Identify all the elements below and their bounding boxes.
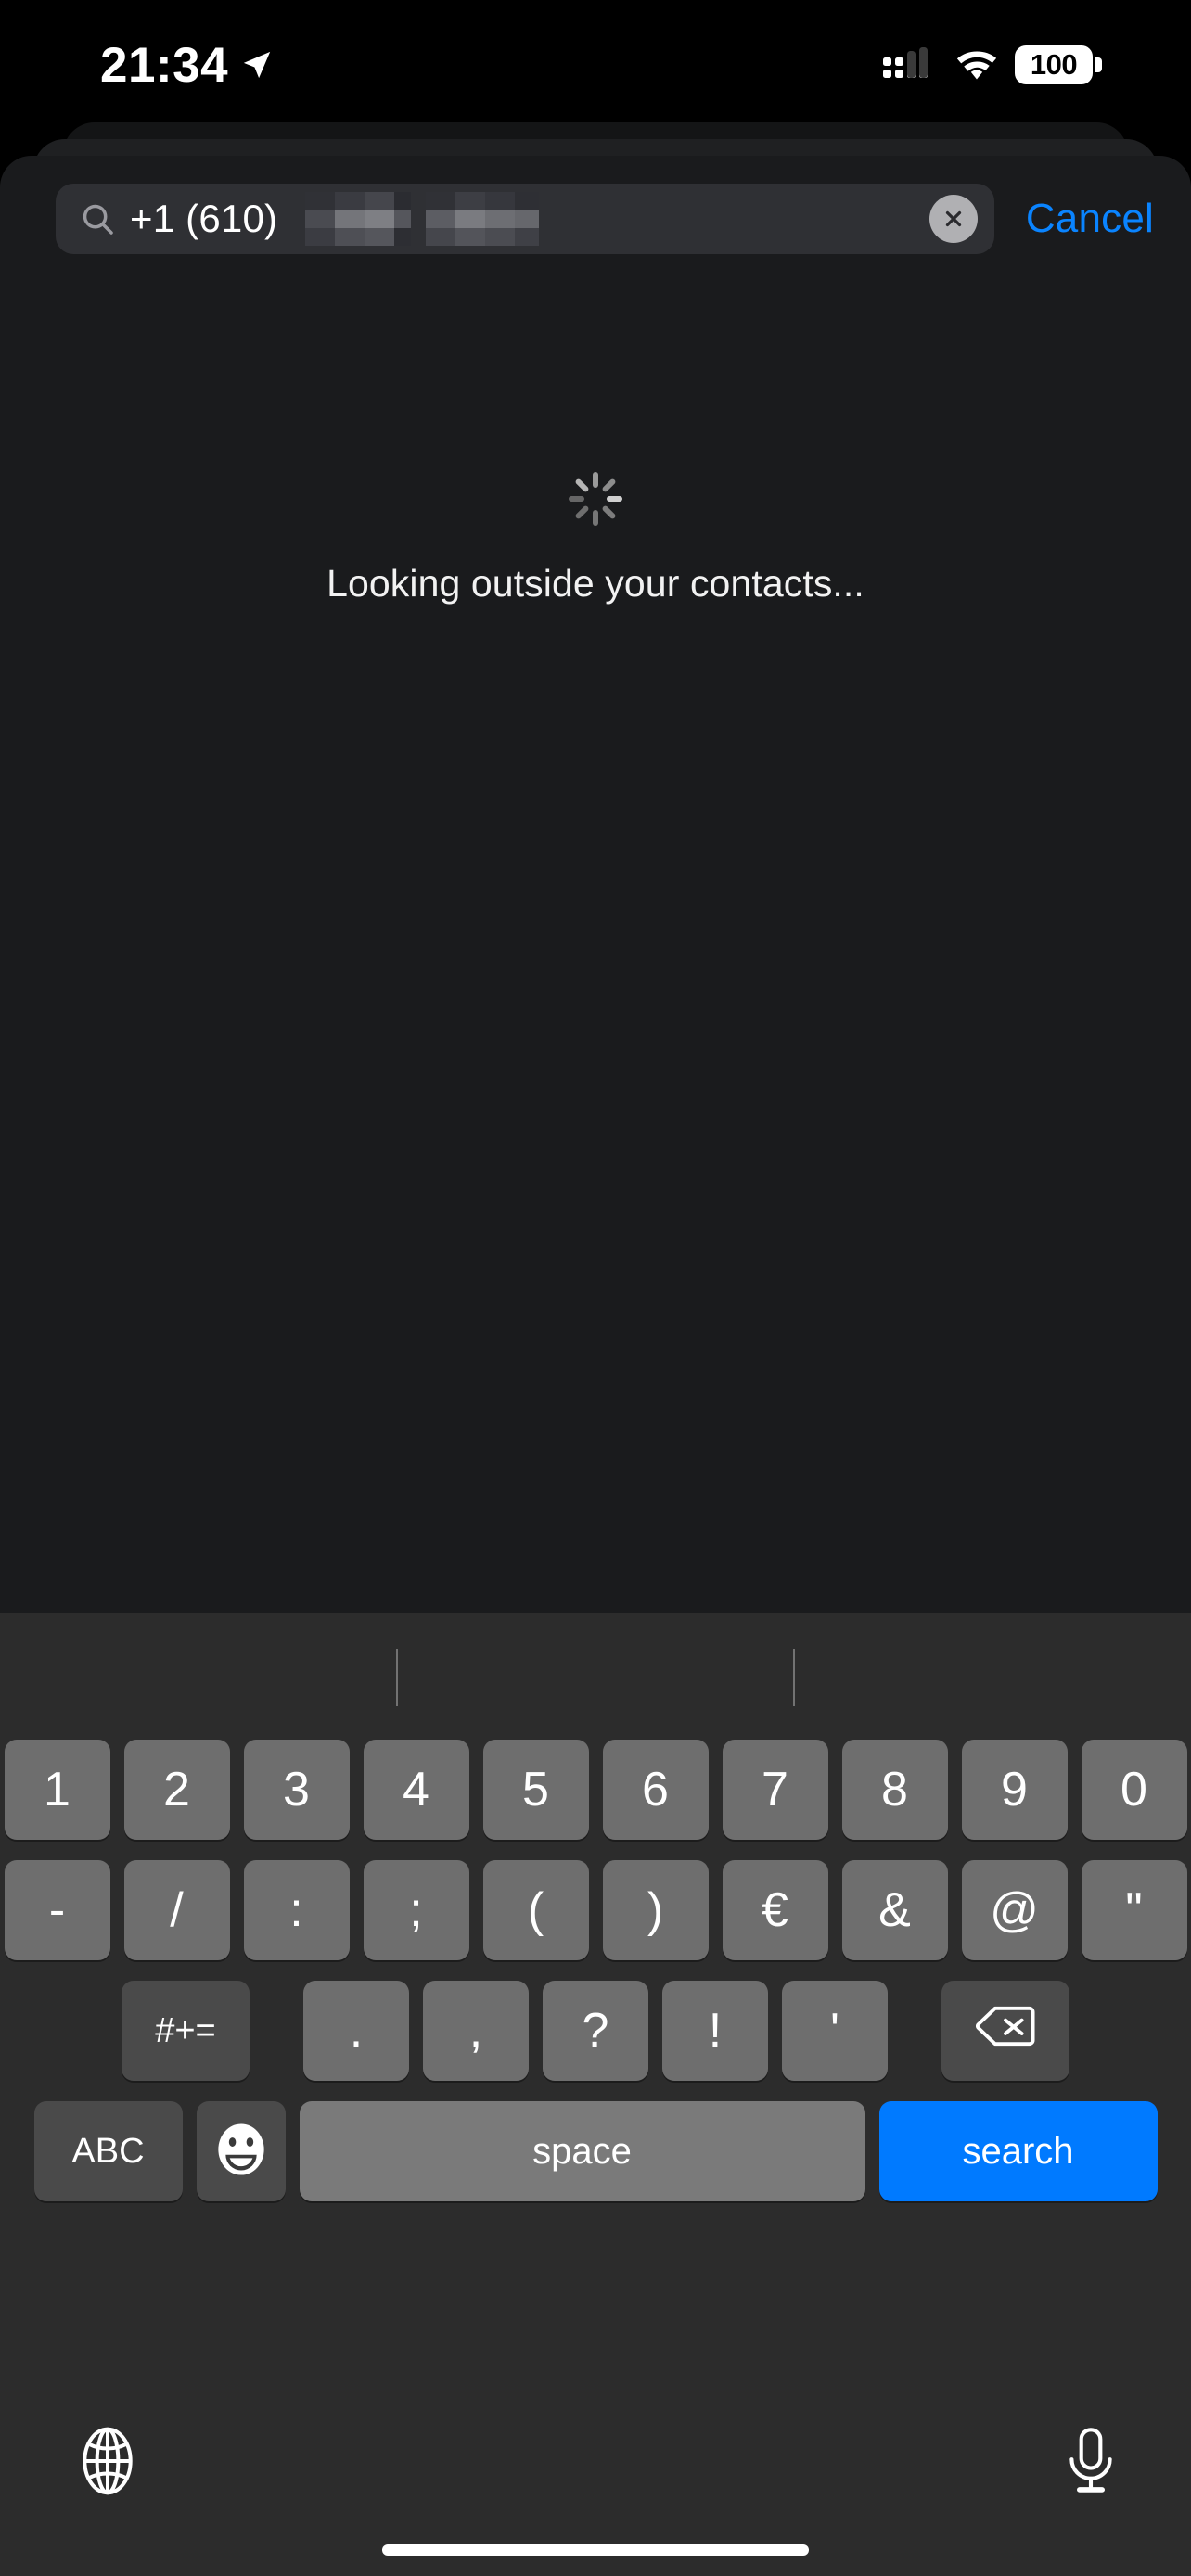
key-quote[interactable]: ": [1081, 1860, 1187, 1960]
status-bar: 21:34 100: [0, 0, 1191, 130]
key-8[interactable]: 8: [841, 1740, 948, 1840]
backspace-icon: [975, 2004, 1035, 2058]
key-period[interactable]: .: [303, 1981, 409, 2081]
status-bar-time: 21:34: [100, 37, 229, 93]
key-6[interactable]: 6: [602, 1740, 709, 1840]
phone-screen: 21: 34 100 +1 (610) Cancel Looking outsid…: [0, 0, 1191, 2576]
loading-status-text: Looking outside your contacts...: [327, 562, 864, 605]
wifi-icon: [955, 50, 997, 80]
key-more-symbols[interactable]: #+=: [122, 1981, 250, 2081]
battery-percent-label: 100: [1030, 48, 1078, 81]
key-1[interactable]: 1: [4, 1740, 110, 1840]
home-indicator: [382, 2544, 809, 2556]
keyboard-row-numbers: 1 2 3 4 5 6 7 8 9 0: [0, 1740, 1191, 1840]
key-colon[interactable]: :: [243, 1860, 350, 1960]
keyboard-row-bottom: ABC space search: [0, 2101, 1191, 2201]
search-input-value: +1 (610): [130, 197, 278, 240]
key-apostrophe[interactable]: ': [782, 1981, 888, 2081]
cancel-button[interactable]: Cancel: [1015, 196, 1165, 242]
key-hyphen[interactable]: -: [4, 1860, 110, 1960]
key-0[interactable]: 0: [1081, 1740, 1187, 1840]
key-ampersand[interactable]: &: [841, 1860, 948, 1960]
key-backspace[interactable]: [941, 1981, 1069, 2081]
key-semicolon[interactable]: ;: [363, 1860, 469, 1960]
keyboard: 1 2 3 4 5 6 7 8 9 0 - / : ; ( ) € & @ " …: [0, 1613, 1191, 2576]
key-question[interactable]: ?: [543, 1981, 648, 2081]
location-arrow-icon: [241, 49, 273, 81]
microphone-icon[interactable]: [1063, 2426, 1119, 2496]
keyboard-row-punctuation: #+= . , ? ! ': [0, 1981, 1191, 2081]
keyboard-bottom-bar: [0, 2409, 1191, 2576]
search-bar-row: +1 (610) Cancel: [0, 174, 1191, 263]
key-4[interactable]: 4: [363, 1740, 469, 1840]
key-paren-open[interactable]: (: [482, 1860, 589, 1960]
key-exclamation[interactable]: !: [662, 1981, 768, 2081]
key-euro[interactable]: €: [722, 1860, 828, 1960]
emoji-smiley-icon: [214, 2123, 268, 2181]
predictive-text-bar: [0, 1613, 1191, 1732]
search-sheet: +1 (610) Cancel Looking outside your con…: [0, 156, 1191, 1613]
key-at[interactable]: @: [961, 1860, 1068, 1960]
key-7[interactable]: 7: [722, 1740, 828, 1840]
key-search-return[interactable]: search: [878, 2101, 1158, 2201]
status-bar-left: 21:34: [100, 41, 273, 90]
key-comma[interactable]: ,: [423, 1981, 529, 2081]
activity-spinner-icon: [566, 469, 625, 529]
key-space[interactable]: space: [299, 2101, 865, 2201]
search-input[interactable]: +1 (610): [56, 184, 994, 254]
predictive-divider-left: [396, 1649, 398, 1706]
cellular-signal-icon: [883, 47, 937, 81]
key-slash[interactable]: /: [123, 1860, 230, 1960]
key-abc-switch[interactable]: ABC: [33, 2101, 183, 2201]
clear-search-button[interactable]: [928, 195, 978, 243]
key-3[interactable]: 3: [243, 1740, 350, 1840]
key-emoji[interactable]: [196, 2101, 286, 2201]
redacted-phone-digits: [305, 192, 915, 246]
globe-icon[interactable]: [72, 2426, 143, 2496]
status-bar-right: 100: [883, 45, 1102, 84]
predictive-divider-right: [793, 1649, 795, 1706]
loading-state: Looking outside your contacts...: [0, 469, 1191, 606]
key-paren-close[interactable]: ): [602, 1860, 709, 1960]
search-icon: [80, 201, 115, 236]
key-5[interactable]: 5: [482, 1740, 589, 1840]
key-2[interactable]: 2: [123, 1740, 230, 1840]
key-9[interactable]: 9: [961, 1740, 1068, 1840]
keyboard-row-symbols: - / : ; ( ) € & @ ": [0, 1860, 1191, 1960]
battery-full-icon: 100: [1015, 45, 1102, 84]
